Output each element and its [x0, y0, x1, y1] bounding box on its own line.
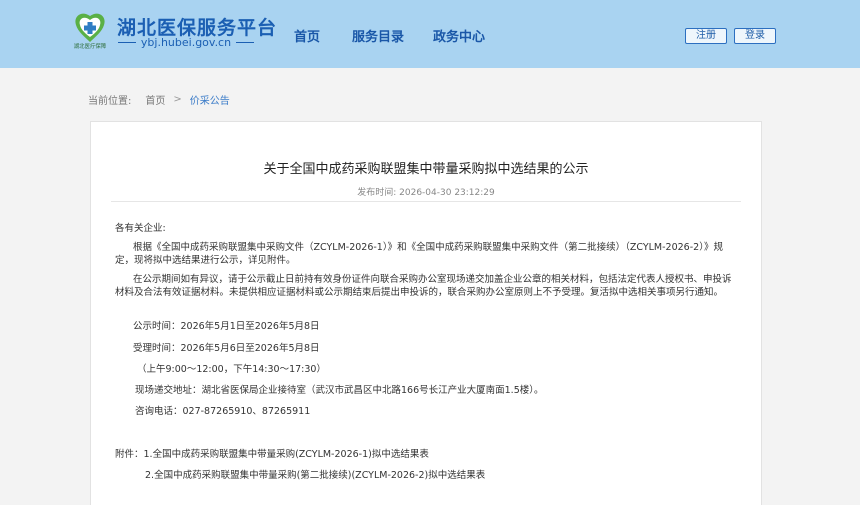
site-domain: ybj.hubei.gov.cn: [118, 36, 254, 49]
top-header: 湖北医疗保障 湖北医保服务平台 ybj.hubei.gov.cn 首页 服务目录…: [0, 0, 860, 68]
article-title: 关于全国中成药采购联盟集中带量采购拟中选结果的公示: [263, 162, 589, 177]
breadcrumb-label: 当前位置:: [88, 96, 132, 107]
breadcrumb-separator: >: [173, 94, 182, 105]
nav-home[interactable]: 首页: [294, 26, 320, 45]
attachments-block: 附件：1.全国中成药采购联盟集中带量采购(ZCYLM-2026-1)拟中选结果表: [115, 449, 429, 462]
title-divider: [111, 201, 741, 202]
breadcrumb-home-link[interactable]: 首页: [145, 92, 165, 107]
salutation: 各有关企业:: [115, 223, 166, 234]
domain-right-rule: [236, 42, 254, 43]
breadcrumb: 当前位置: 首页 > 价采公告: [88, 92, 230, 107]
accept-period: 受理时间：2026年5月6日至2026年5月8日: [133, 343, 320, 354]
attachments-label: 附件：: [115, 449, 144, 460]
login-button[interactable]: 登录: [734, 28, 776, 44]
attachment-link-1[interactable]: 1.全国中成药采购联盟集中带量采购(ZCYLM-2026-1)拟中选结果表: [144, 449, 429, 460]
nav-service-catalog[interactable]: 服务目录: [352, 26, 404, 45]
publish-time-label: 发布时间:: [357, 188, 397, 198]
accept-hours: （上午9:00～12:00，下午14:30～17:30）: [137, 364, 326, 375]
logo-caption: 湖北医疗保障: [73, 43, 107, 50]
site-domain-text: ybj.hubei.gov.cn: [140, 36, 232, 49]
attachment-link-2[interactable]: 2.全国中成药采购联盟集中带量采购(第二批接续)(ZCYLM-2026-2)拟中…: [145, 470, 485, 483]
nav-government-center[interactable]: 政务中心: [433, 26, 485, 45]
consult-phone: 咨询电话：027-87265910、87265911: [135, 406, 311, 417]
publish-time: 发布时间: 2026-04-30 23:12:29: [91, 185, 761, 198]
article-card: 关于全国中成药采购联盟集中带量采购拟中选结果的公示 发布时间: 2026-04-…: [90, 121, 762, 505]
breadcrumb-current-link[interactable]: 价采公告: [190, 92, 230, 107]
register-button[interactable]: 注册: [685, 28, 727, 44]
notice-period: 公示时间：2026年5月1日至2026年5月8日: [133, 321, 320, 332]
publish-time-value: 2026-04-30 23:12:29: [399, 188, 495, 198]
submit-address: 现场递交地址：湖北省医保局企业接待室（武汉市武昌区中北路166号长江产业大厦南面…: [135, 385, 544, 396]
paragraph-objection: 在公示期间如有异议，请于公示截止日前持有效身份证件向联合采购办公室现场递交加盖企…: [115, 274, 732, 298]
domain-left-rule: [118, 42, 136, 43]
paragraph-basis: 根据《全国中成药采购联盟集中采购文件（ZCYLM-2026-1）》和《全国中成药…: [115, 242, 723, 266]
